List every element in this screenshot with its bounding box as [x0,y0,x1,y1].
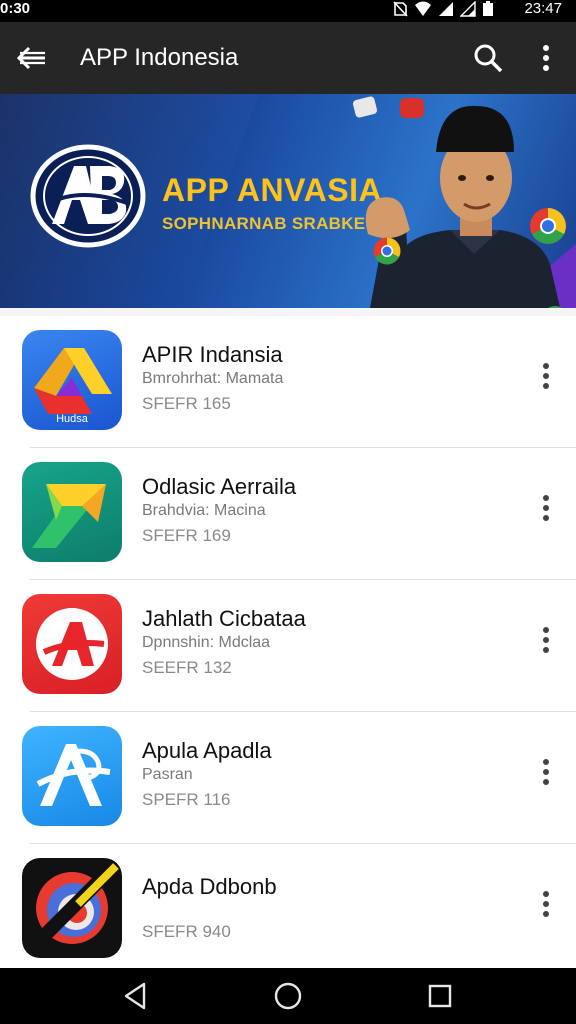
nav-home-icon[interactable] [272,980,304,1012]
app-size: SFEFR 940 [142,922,231,941]
app-icon[interactable]: Hudsa [22,330,122,430]
more-vert-icon[interactable] [530,40,562,76]
search-icon[interactable] [470,40,506,76]
play-arrow-icon [32,484,106,548]
drive-arrow-icon: Hudsa [34,348,112,425]
target-icon [22,858,122,958]
app-name: Jahlath Cicbataa [142,606,306,631]
app-publisher: Pasran [142,766,193,783]
wifi-icon [415,1,431,16]
app-bar: APP Indonesia [0,22,576,94]
app-store-icon [36,744,111,806]
status-time-left: 0:30 [0,0,31,17]
app-size: SPEFR 116 [142,790,231,809]
app-publisher: Dpnnshin: Mdclaa [142,634,271,651]
app-size: SFEFR 165 [142,394,231,413]
chrome-icon-small [373,237,401,265]
list-item[interactable]: Jahlath Cicbataa Dpnnshin: Mdclaa SEEFR … [0,580,576,712]
app-bubble-red [400,98,424,118]
status-icons [392,1,494,17]
app-list: Hudsa APIR Indansia Bmrohrhat: Mamata SF… [0,316,576,968]
list-item[interactable]: Apda Ddbonb SFEFR 940 [0,844,576,976]
person-illustration [365,105,576,308]
app-icon-label: Hudsa [56,413,89,425]
ab-logo-icon [30,144,146,248]
red-a-icon [36,608,108,680]
app-size: SFEFR 169 [142,526,231,545]
promo-banner[interactable]: APP ANVASIA SOPHNARNAB SRABKEN [0,94,576,308]
list-item[interactable]: Hudsa APIR Indansia Bmrohrhat: Mamata SF… [0,316,576,448]
more-vert-icon[interactable] [532,754,560,790]
status-time-right: 23:47 [524,0,562,17]
more-vert-icon[interactable] [532,490,560,526]
nav-recents-icon[interactable] [424,980,456,1012]
app-bubble-green [548,306,562,308]
app-publisher: Brahdvia: Macina [142,502,266,519]
app-name: Apda Ddbonb [142,874,277,899]
list-item[interactable]: Odlasic Aerraila Brahdvia: Macina SFEFR … [0,448,576,580]
nav-back-icon[interactable] [120,980,152,1012]
app-size: SEEFR 132 [142,658,232,677]
app-icon[interactable] [22,726,122,826]
signal-icon [439,2,453,16]
more-vert-icon[interactable] [532,622,560,658]
app-icon[interactable] [22,594,122,694]
app-name: APIR Indansia [142,342,283,367]
app-name: Odlasic Aerraila [142,474,297,499]
status-bar: 0:30 23:47 [0,0,576,22]
app-name: Apula Apadla [142,738,272,763]
app-bubble-white [352,96,378,118]
navigation-bar [0,968,576,1024]
more-vert-icon[interactable] [532,358,560,394]
arrow-back-icon[interactable] [14,40,50,76]
battery-icon [483,1,493,16]
signal-icon-2 [460,1,476,17]
list-item[interactable]: Apula Apadla Pasran SPEFR 116 [0,712,576,844]
app-icon[interactable] [22,462,122,562]
no-sim-icon [393,1,408,17]
chrome-icon [530,208,566,244]
page-title: APP Indonesia [80,44,239,71]
banner-subtitle: SOPHNARNAB SRABKEN [162,214,379,233]
app-publisher: Bmrohrhat: Mamata [142,370,284,387]
more-vert-icon[interactable] [532,886,560,922]
app-icon[interactable] [22,858,122,958]
